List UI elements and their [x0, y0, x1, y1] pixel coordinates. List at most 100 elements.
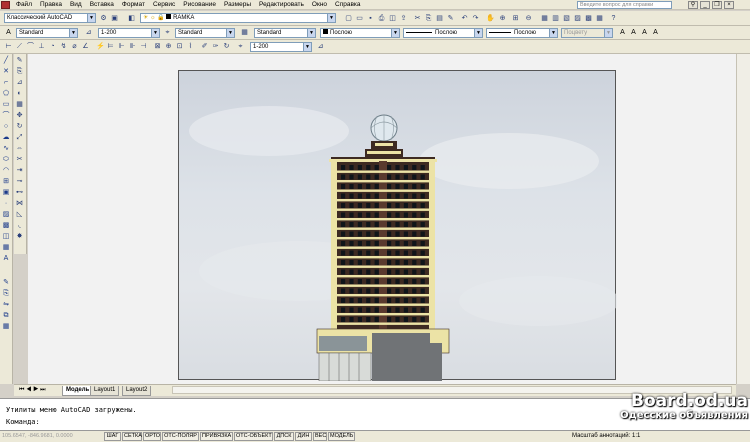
dim-style-select[interactable]: Standard ▼: [175, 28, 235, 38]
dim-style-manager-icon[interactable]: ⌖: [236, 42, 245, 51]
text-style-icon[interactable]: A: [4, 28, 13, 37]
make-block-icon[interactable]: ▣: [1, 188, 11, 198]
annotation-scale-value[interactable]: 1:1: [632, 433, 640, 439]
point-icon[interactable]: ·: [1, 199, 11, 209]
linear-dim-icon[interactable]: ⊢: [4, 42, 13, 51]
dim-update-icon[interactable]: ↻: [222, 42, 231, 51]
inspect-icon[interactable]: ⊡: [175, 42, 184, 51]
otrack-button[interactable]: ОТС-ОБЪЕКТ: [234, 432, 273, 441]
erase-icon[interactable]: ✎: [15, 56, 24, 65]
join-icon[interactable]: ⋈: [15, 199, 24, 208]
arc-icon[interactable]: ⌒: [1, 111, 11, 121]
copy-icon[interactable]: ⎘: [424, 14, 433, 23]
multiline-text-icon[interactable]: A: [1, 254, 11, 264]
copy-object-icon[interactable]: ⎘: [1, 289, 11, 299]
gradient-icon[interactable]: ▩: [1, 221, 11, 231]
annotation-scale[interactable]: Масштаб аннотаций: 1:1: [572, 432, 640, 441]
linetype-select[interactable]: Послою ▼: [403, 28, 483, 38]
minimize-icon[interactable]: _: [700, 1, 710, 9]
trim-icon[interactable]: ✂: [15, 155, 24, 164]
paste-icon[interactable]: ▤: [435, 14, 444, 23]
tool-palettes-icon[interactable]: ▧: [562, 14, 571, 23]
aligned-dim-icon[interactable]: ⟋: [15, 42, 24, 51]
table-icon[interactable]: ▦: [1, 243, 11, 253]
layer-select[interactable]: ☀ ☼ 🔒 RAMKA ▼: [140, 13, 336, 23]
properties-icon[interactable]: ▦: [540, 14, 549, 23]
tab-model[interactable]: Модель: [62, 386, 94, 396]
markup-icon[interactable]: ▩: [584, 14, 593, 23]
move-icon[interactable]: ✥: [15, 111, 24, 120]
ordinate-dim-icon[interactable]: ⊥: [37, 42, 46, 51]
osnap-button[interactable]: ПРИВЯЗКА: [200, 432, 233, 441]
model-button[interactable]: МОДЕЛЬ: [328, 432, 355, 441]
tab-layout1[interactable]: Layout1: [90, 386, 120, 396]
menu-draw[interactable]: Рисование: [179, 1, 220, 8]
menu-modify[interactable]: Редактировать: [255, 1, 308, 8]
quick-dim-icon[interactable]: ⚡: [95, 42, 105, 51]
explode-icon[interactable]: ✸: [15, 232, 24, 241]
fillet-icon[interactable]: ◟: [15, 221, 24, 230]
spline-icon[interactable]: ∿: [1, 144, 11, 154]
hatch-icon[interactable]: ▨: [1, 210, 11, 220]
insert-block-icon[interactable]: ⊞: [1, 177, 11, 187]
menu-edit[interactable]: Правка: [36, 1, 66, 8]
text-edit-icon[interactable]: A: [618, 28, 627, 37]
revision-cloud-icon[interactable]: ☁: [1, 133, 11, 143]
polygon-icon[interactable]: ⬠: [1, 89, 11, 99]
baseline-dim-icon[interactable]: ⊨: [106, 42, 115, 51]
save-icon[interactable]: ▪: [366, 14, 375, 23]
layer-manager-icon[interactable]: ◧: [127, 14, 136, 23]
menu-insert[interactable]: Вставка: [86, 1, 118, 8]
radius-dim-icon[interactable]: ◔: [48, 42, 57, 51]
menu-window[interactable]: Окно: [308, 1, 331, 8]
justify-text-icon[interactable]: A: [651, 28, 660, 37]
coordinates-readout[interactable]: 105.6547, -846.9681, 0.0000: [2, 432, 102, 441]
rotate-icon[interactable]: ↻: [15, 122, 24, 131]
menu-format[interactable]: Формат: [118, 1, 149, 8]
workspace-save-icon[interactable]: ▣: [110, 14, 119, 23]
scale-icon[interactable]: ⤢: [15, 133, 24, 142]
close-icon[interactable]: ×: [724, 1, 734, 9]
ellipse-icon[interactable]: ⬭: [1, 155, 11, 165]
dim-edit-icon[interactable]: ✐: [200, 42, 209, 51]
pan-icon[interactable]: ✋: [485, 14, 495, 23]
publish-icon[interactable]: ⇪: [399, 14, 408, 23]
center-mark-icon[interactable]: ⊕: [164, 42, 173, 51]
stretch-icon[interactable]: ⇔: [15, 144, 24, 153]
design-center-icon[interactable]: ▥: [551, 14, 560, 23]
angular-dim-icon[interactable]: ∠: [81, 42, 90, 51]
table-style-icon[interactable]: ▦: [240, 28, 249, 37]
zoom-window-icon[interactable]: ⊞: [511, 14, 520, 23]
app-icon[interactable]: [1, 1, 10, 9]
menu-view[interactable]: Вид: [66, 1, 86, 8]
help-icon[interactable]: ?: [609, 14, 618, 23]
mirror-icon[interactable]: ⇋: [1, 300, 11, 310]
tolerance-icon[interactable]: ⊠: [153, 42, 162, 51]
line-icon[interactable]: ╱: [1, 56, 11, 66]
tab-layout2[interactable]: Layout2: [122, 386, 152, 396]
dyn-button[interactable]: ДИН: [295, 432, 312, 441]
workspace-select[interactable]: Классический AutoCAD ▼: [4, 13, 96, 23]
dim-text-edit-icon[interactable]: ✑: [211, 42, 220, 51]
region-icon[interactable]: ◫: [1, 232, 11, 242]
chamfer-icon[interactable]: ◺: [15, 210, 24, 219]
break-point-icon[interactable]: ⊸: [15, 177, 24, 186]
polyline-icon[interactable]: ⌐: [1, 78, 11, 88]
command-prompt[interactable]: Команда:: [6, 418, 40, 426]
ellipse-arc-icon[interactable]: ◠: [1, 166, 11, 176]
array-icon[interactable]: ▦: [1, 322, 11, 332]
menu-help[interactable]: Справка: [331, 1, 365, 8]
dim-scale-select[interactable]: 1-200 ▼: [250, 42, 312, 52]
array-icon[interactable]: ▦: [15, 100, 24, 109]
calculator-icon[interactable]: ▦: [595, 14, 604, 23]
dim-break-icon[interactable]: ⊣: [139, 42, 148, 51]
zoom-realtime-icon[interactable]: ⊕: [498, 14, 507, 23]
help-search-icon[interactable]: ⚲: [688, 1, 698, 9]
polar-button[interactable]: ОТС-ПОЛЯР: [162, 432, 199, 441]
ducs-button[interactable]: ДПСК: [274, 432, 294, 441]
mirror-icon[interactable]: ⊿: [15, 78, 24, 87]
snap-button[interactable]: ШАГ: [104, 432, 121, 441]
offset-icon[interactable]: ◐: [15, 89, 24, 98]
undo-icon[interactable]: ↶: [460, 14, 469, 23]
cut-icon[interactable]: ✂: [413, 14, 422, 23]
